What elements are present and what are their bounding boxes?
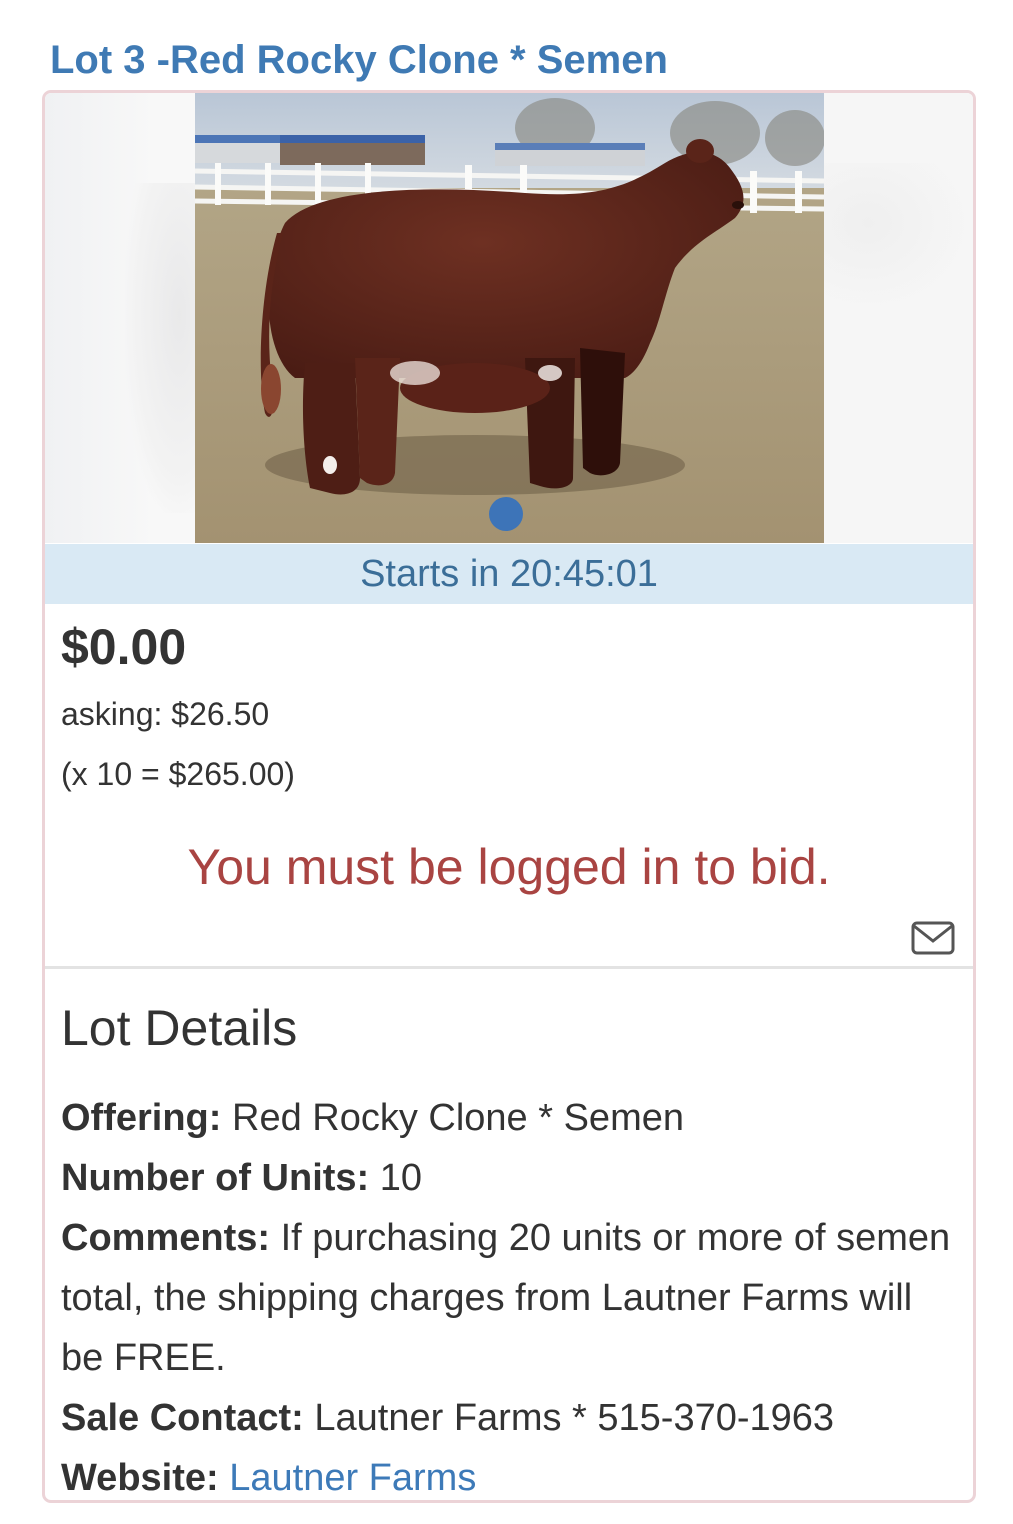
carousel-indicator-dot[interactable] bbox=[489, 497, 523, 531]
image-carousel[interactable] bbox=[45, 93, 973, 543]
website-row: Website: Lautner Farms bbox=[61, 1448, 961, 1500]
units-label: Number of Units: bbox=[61, 1157, 370, 1199]
website-label: Website: bbox=[61, 1457, 219, 1499]
carousel-next-image-ghost bbox=[823, 163, 973, 313]
auction-countdown: Starts in 20:45:01 bbox=[45, 544, 973, 604]
lot-details-list: Offering: Red Rocky Clone * Semen Number… bbox=[61, 1088, 961, 1500]
current-bid-amount: $0.00 bbox=[61, 619, 187, 675]
lot-details-heading: Lot Details bbox=[61, 1000, 298, 1056]
offering-row: Offering: Red Rocky Clone * Semen bbox=[61, 1088, 961, 1148]
contact-row: Sale Contact: Lautner Farms * 515-370-19… bbox=[61, 1388, 961, 1448]
units-row: Number of Units: 10 bbox=[61, 1148, 961, 1208]
asking-total: (x 10 = $265.00) bbox=[61, 756, 295, 792]
lot-card: Starts in 20:45:01 $0.00 asking: $26.50 … bbox=[42, 90, 976, 1503]
contact-label: Sale Contact: bbox=[61, 1397, 304, 1439]
section-divider bbox=[45, 966, 973, 969]
contact-value: Lautner Farms * 515-370-1963 bbox=[314, 1397, 835, 1439]
units-value: 10 bbox=[379, 1157, 423, 1199]
comments-label: Comments: bbox=[61, 1217, 271, 1259]
login-required-message: You must be logged in to bid. bbox=[187, 839, 831, 895]
offering-label: Offering: bbox=[61, 1097, 222, 1139]
website-link[interactable]: Lautner Farms bbox=[229, 1457, 476, 1499]
lot-photo[interactable] bbox=[195, 93, 824, 543]
comments-row: Comments: If purchasing 20 units or more… bbox=[61, 1208, 961, 1388]
envelope-icon[interactable] bbox=[911, 921, 955, 955]
offering-value: Red Rocky Clone * Semen bbox=[232, 1097, 684, 1139]
lot-title[interactable]: Lot 3 -Red Rocky Clone * Semen bbox=[50, 38, 668, 83]
asking-price: asking: $26.50 bbox=[61, 696, 270, 732]
bull-photo-illustration bbox=[195, 93, 824, 543]
